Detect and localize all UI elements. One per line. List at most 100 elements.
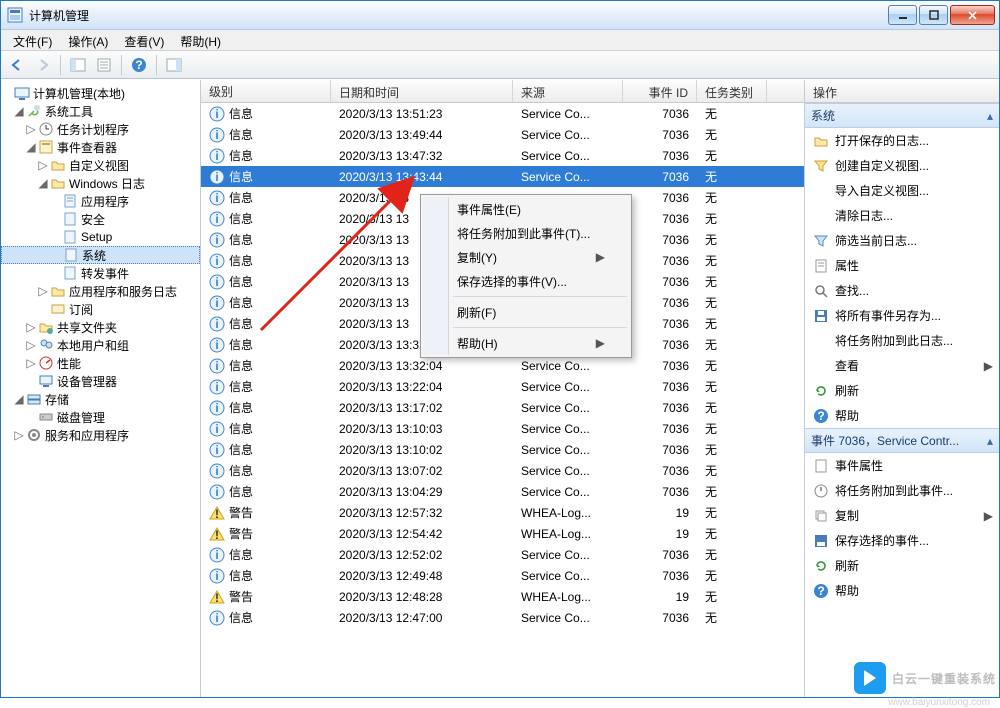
properties-icon [813,458,829,474]
folder-open-icon [813,133,829,149]
action-import-view[interactable]: 导入自定义视图... [805,178,999,203]
action-view[interactable]: 查看▶ [805,353,999,378]
event-row[interactable]: i信息2020/3/13 13:47:32Service Co...7036无 [201,145,804,166]
expand-icon[interactable]: ▷ [25,320,37,334]
collapse-icon[interactable]: ◢ [37,176,49,190]
toolbar-separator [60,55,61,75]
action-refresh2[interactable]: 刷新 [805,553,999,578]
action-create-view[interactable]: 创建自定义视图... [805,153,999,178]
help-button[interactable]: ? [127,54,151,76]
log-icon [62,229,78,245]
event-row[interactable]: i信息2020/3/13 13:10:02Service Co...7036无 [201,439,804,460]
collapse-icon[interactable]: ◢ [25,140,37,154]
ctx-attach-task[interactable]: 将任务附加到此事件(T)... [423,221,629,245]
info-icon: i [209,148,225,164]
action-clear-log[interactable]: 清除日志... [805,203,999,228]
svg-text:i: i [215,464,218,478]
find-icon [813,283,829,299]
nav-tree[interactable]: 计算机管理(本地) ◢系统工具 ▷任务计划程序 ◢事件查看器 ▷自定义视图 ◢W… [1,84,200,444]
col-level[interactable]: 级别 [201,80,331,102]
action-save-all[interactable]: 将所有事件另存为... [805,303,999,328]
event-list[interactable]: i信息2020/3/13 13:51:23Service Co...7036无i… [201,103,804,697]
properties-button[interactable] [92,54,116,76]
info-icon: i [209,547,225,563]
ctx-separator [453,327,627,328]
event-row[interactable]: i信息2020/3/13 13:04:29Service Co...7036无 [201,481,804,502]
event-row[interactable]: i信息2020/3/13 13:49:44Service Co...7036无 [201,124,804,145]
event-row[interactable]: !警告2020/3/13 12:54:42WHEA-Log...19无 [201,523,804,544]
expand-icon[interactable]: ▷ [25,338,37,352]
action-properties[interactable]: 属性 [805,253,999,278]
action-copy[interactable]: 复制▶ [805,503,999,528]
computer-icon [14,85,30,101]
svg-text:i: i [215,254,218,268]
ctx-help[interactable]: 帮助(H)▶ [423,331,629,355]
show-hide-tree-button[interactable] [66,54,90,76]
expand-icon[interactable]: ▷ [13,428,25,442]
collapse-icon[interactable]: ◢ [13,104,25,118]
log-icon [62,265,78,281]
expand-icon[interactable]: ▷ [25,122,37,136]
action-filter-log[interactable]: 筛选当前日志... [805,228,999,253]
event-row[interactable]: i信息2020/3/13 13:43:44Service Co...7036无 [201,166,804,187]
ctx-copy[interactable]: 复制(Y)▶ [423,245,629,269]
event-row[interactable]: i信息2020/3/13 13:07:02Service Co...7036无 [201,460,804,481]
actions-group-system[interactable]: 系统▴ [805,103,999,128]
action-event-properties[interactable]: 事件属性 [805,453,999,478]
minimize-button[interactable] [888,5,917,25]
col-eventid[interactable]: 事件 ID [623,80,697,102]
nav-forward-button[interactable] [31,54,55,76]
maximize-button[interactable] [919,5,948,25]
close-button[interactable] [950,5,995,25]
info-icon: i [209,379,225,395]
col-date[interactable]: 日期和时间 [331,80,513,102]
action-find[interactable]: 查找... [805,278,999,303]
event-row[interactable]: i信息2020/3/13 12:49:48Service Co...7036无 [201,565,804,586]
ctx-save-selected[interactable]: 保存选择的事件(V)... [423,269,629,293]
menu-help[interactable]: 帮助(H) [172,30,229,50]
info-icon: i [209,610,225,626]
watermark: 白云一键重装系统 www.baiyunxitong.com [854,662,996,694]
action-event-attach[interactable]: 将任务附加到此事件... [805,478,999,503]
action-save-selected[interactable]: 保存选择的事件... [805,528,999,553]
event-row[interactable]: i信息2020/3/13 12:52:02Service Co...7036无 [201,544,804,565]
filter-new-icon [813,158,829,174]
event-row[interactable]: i信息2020/3/13 13:10:03Service Co...7036无 [201,418,804,439]
action-help2[interactable]: ?帮助 [805,578,999,603]
col-category[interactable]: 任务类别 [697,80,767,102]
svg-text:!: ! [215,528,219,542]
collapse-icon[interactable]: ◢ [13,392,25,406]
event-row[interactable]: i信息2020/3/13 13:51:23Service Co...7036无 [201,103,804,124]
svg-text:i: i [215,380,218,394]
log-icon [62,193,78,209]
expand-icon[interactable]: ▷ [25,356,37,370]
action-refresh[interactable]: 刷新 [805,378,999,403]
action-pane-button[interactable] [162,54,186,76]
attach-task-icon [813,483,829,499]
filter-icon [813,233,829,249]
save-icon [813,308,829,324]
action-open-saved-log[interactable]: 打开保存的日志... [805,128,999,153]
menu-action[interactable]: 操作(A) [60,30,116,50]
menu-file[interactable]: 文件(F) [5,30,60,50]
actions-group-event[interactable]: 事件 7036，Service Contr...▴ [805,428,999,453]
action-help[interactable]: ?帮助 [805,403,999,428]
event-row[interactable]: !警告2020/3/13 12:57:32WHEA-Log...19无 [201,502,804,523]
col-source[interactable]: 来源 [513,80,623,102]
ctx-event-properties[interactable]: 事件属性(E) [423,197,629,221]
event-row[interactable]: i信息2020/3/13 13:22:04Service Co...7036无 [201,376,804,397]
submenu-arrow-icon: ▶ [984,509,993,523]
menu-view[interactable]: 查看(V) [116,30,172,50]
refresh-icon [813,383,829,399]
action-attach-task[interactable]: 将任务附加到此日志... [805,328,999,353]
info-icon: i [209,568,225,584]
event-row[interactable]: i信息2020/3/13 12:47:00Service Co...7036无 [201,607,804,628]
nav-back-button[interactable] [5,54,29,76]
event-row[interactable]: i信息2020/3/13 13:32:04Service Co...7036无 [201,355,804,376]
event-row[interactable]: !警告2020/3/13 12:48:28WHEA-Log...19无 [201,586,804,607]
folder-icon [50,157,66,173]
ctx-refresh[interactable]: 刷新(F) [423,300,629,324]
event-row[interactable]: i信息2020/3/13 13:17:02Service Co...7036无 [201,397,804,418]
expand-icon[interactable]: ▷ [37,158,49,172]
expand-icon[interactable]: ▷ [37,284,49,298]
